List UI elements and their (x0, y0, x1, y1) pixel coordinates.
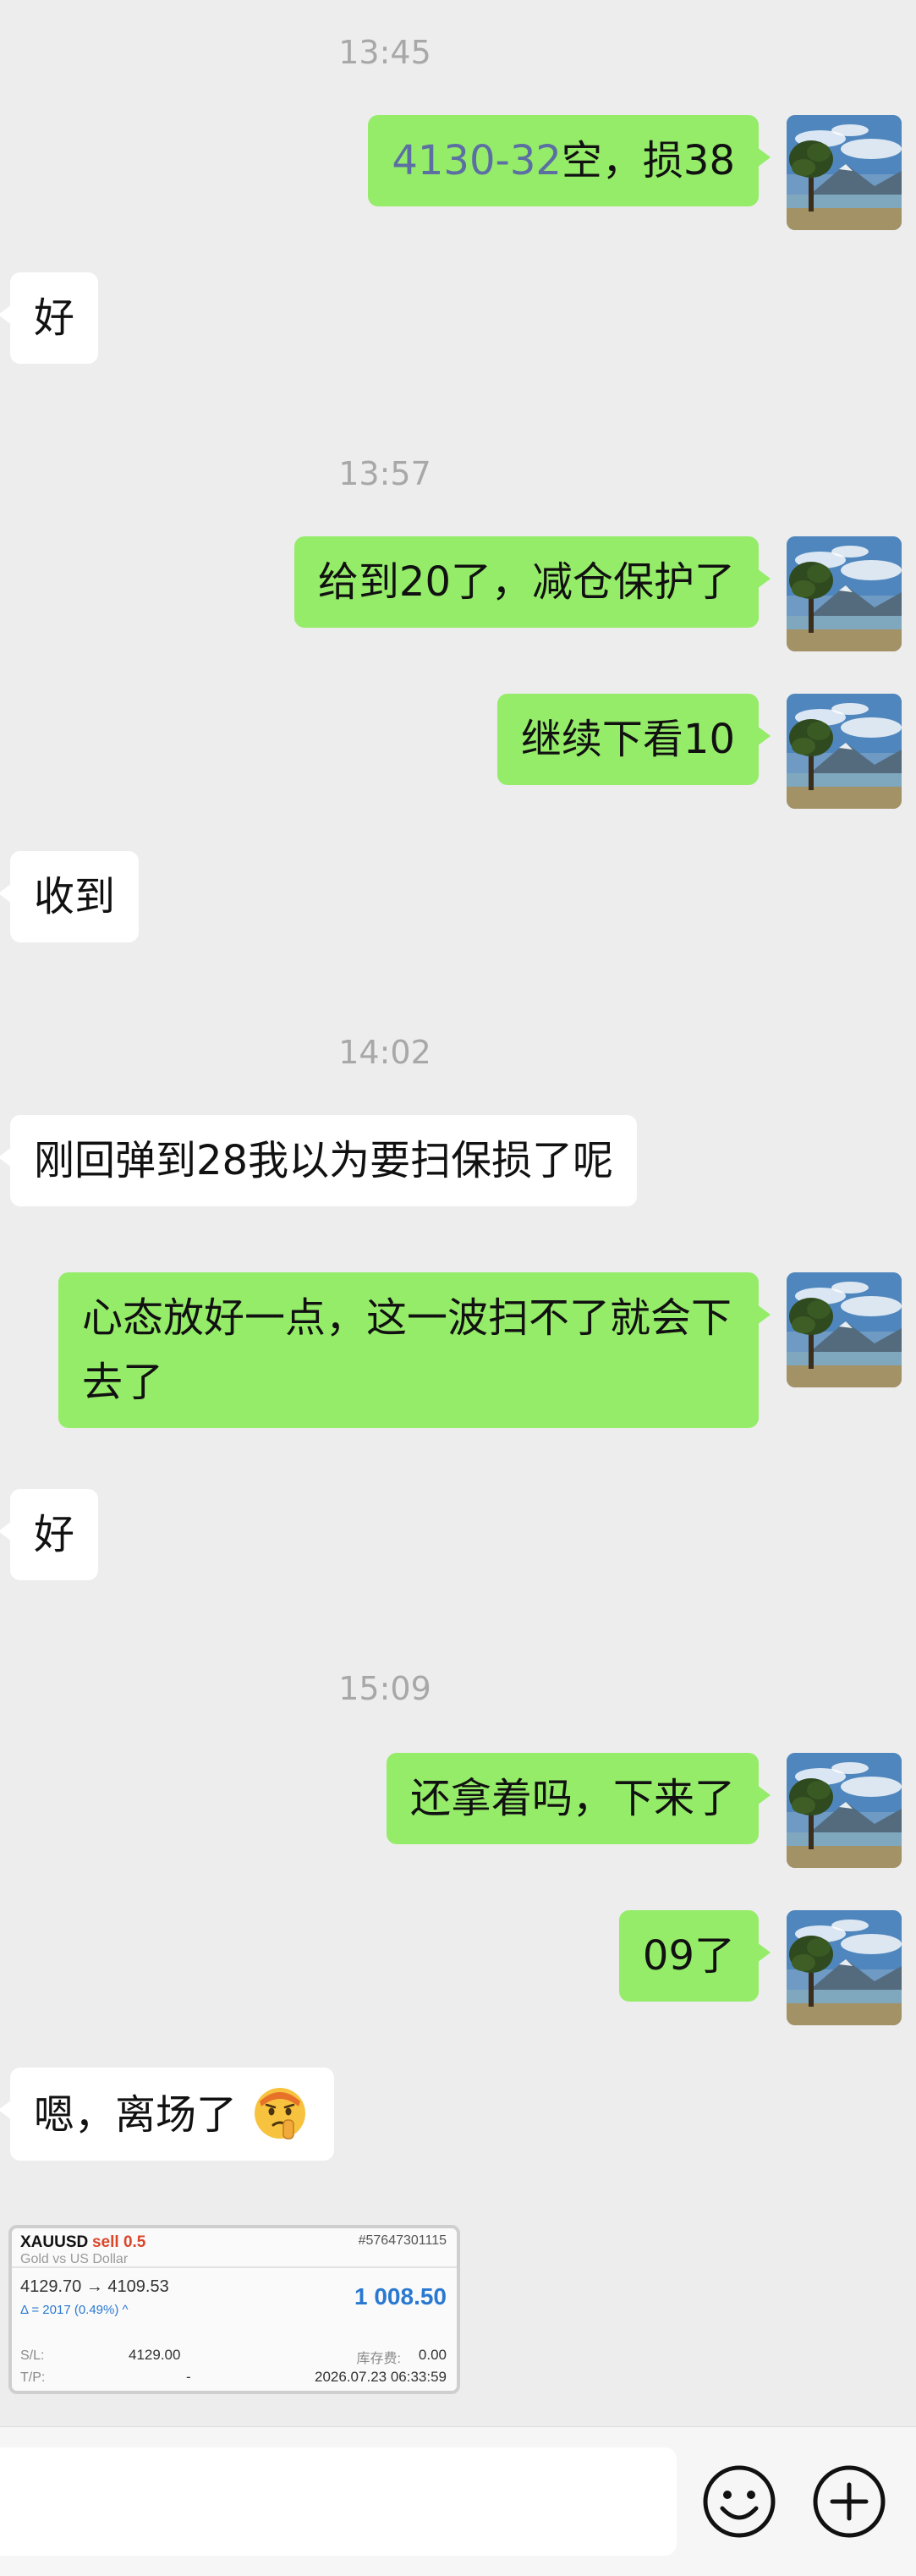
chat-area[interactable]: 13:45 4130-32空，损38 好 13:57 给到20了，减仓保护了 继… (0, 0, 916, 2426)
message-text: 心态放好一点，这一波扫不了就会下去了 (82, 1294, 732, 1406)
divider (12, 2266, 457, 2268)
timestamp: 14:02 (338, 1034, 431, 1071)
input-bar (0, 2426, 916, 2576)
message-incoming[interactable]: 好 (0, 1489, 99, 1580)
message-text: 09了 (642, 1932, 735, 1980)
message-text: 还拿着吗，下来了 (409, 1775, 735, 1822)
message-incoming[interactable]: 收到 (0, 851, 140, 942)
tp-value: - (186, 2369, 191, 2385)
trade-symbol: XAUUSD (20, 2233, 89, 2251)
message-text: 给到20了，减仓保护了 (317, 558, 735, 606)
message-text: 嗯，离场了 (34, 2091, 238, 2139)
more-button[interactable] (809, 2461, 890, 2542)
message-text: 好 (34, 1511, 75, 1558)
message-text: 空，损38 (561, 137, 735, 184)
avatar[interactable] (787, 694, 902, 809)
message-outgoing[interactable]: 09了 (618, 1910, 771, 2002)
message-text: 刚回弹到28我以为要扫保损了呢 (34, 1137, 614, 1184)
swap-value: 0.00 (418, 2347, 447, 2363)
message-outgoing[interactable]: 还拿着吗，下来了 (386, 1753, 771, 1844)
shushing-face-icon (250, 2081, 310, 2142)
message-incoming[interactable]: 嗯，离场了 (0, 2068, 335, 2161)
message-text: 好 (34, 294, 75, 342)
message-outgoing[interactable]: 心态放好一点，这一波扫不了就会下去了 (58, 1272, 771, 1428)
plus-circle-icon (813, 2465, 886, 2538)
tp-label: T/P: (20, 2370, 46, 2385)
message-input[interactable] (0, 2447, 677, 2556)
message-outgoing[interactable]: 4130-32空，损38 (368, 115, 771, 206)
trade-side: sell 0.5 (91, 2233, 146, 2251)
avatar[interactable] (787, 115, 902, 230)
avatar[interactable] (787, 1272, 902, 1387)
message-text: 收到 (34, 873, 116, 920)
avatar[interactable] (787, 1910, 902, 2025)
message-incoming[interactable]: 刚回弹到28我以为要扫保损了呢 (0, 1115, 638, 1206)
message-outgoing[interactable]: 给到20了，减仓保护了 (293, 536, 771, 628)
message-text: 继续下看10 (520, 716, 735, 763)
smiley-icon (703, 2465, 776, 2538)
emoji-button[interactable] (699, 2461, 780, 2542)
message-outgoing[interactable]: 继续下看10 (496, 694, 771, 785)
trade-datetime: 2026.07.23 06:33:59 (315, 2369, 447, 2385)
trade-delta: Δ = 2017 (0.49%) ^ (20, 2303, 129, 2317)
timestamp: 13:57 (338, 455, 431, 492)
message-incoming[interactable]: 好 (0, 272, 99, 364)
sl-value: 4129.00 (129, 2347, 181, 2363)
sl-label: S/L: (20, 2348, 45, 2363)
highlighted-price[interactable]: 4130-32 (392, 137, 562, 184)
timestamp: 13:45 (338, 34, 431, 71)
avatar[interactable] (787, 536, 902, 651)
timestamp: 15:09 (338, 1670, 431, 1707)
avatar[interactable] (787, 1753, 902, 1868)
trade-ticket: #57647301115 (358, 2233, 447, 2248)
trade-screenshot-card[interactable]: XAUUSD sell 0.5 #57647301115 Gold vs US … (8, 2225, 460, 2394)
trade-description: Gold vs US Dollar (20, 2252, 129, 2266)
swap-label: 库存费: (356, 2352, 401, 2366)
